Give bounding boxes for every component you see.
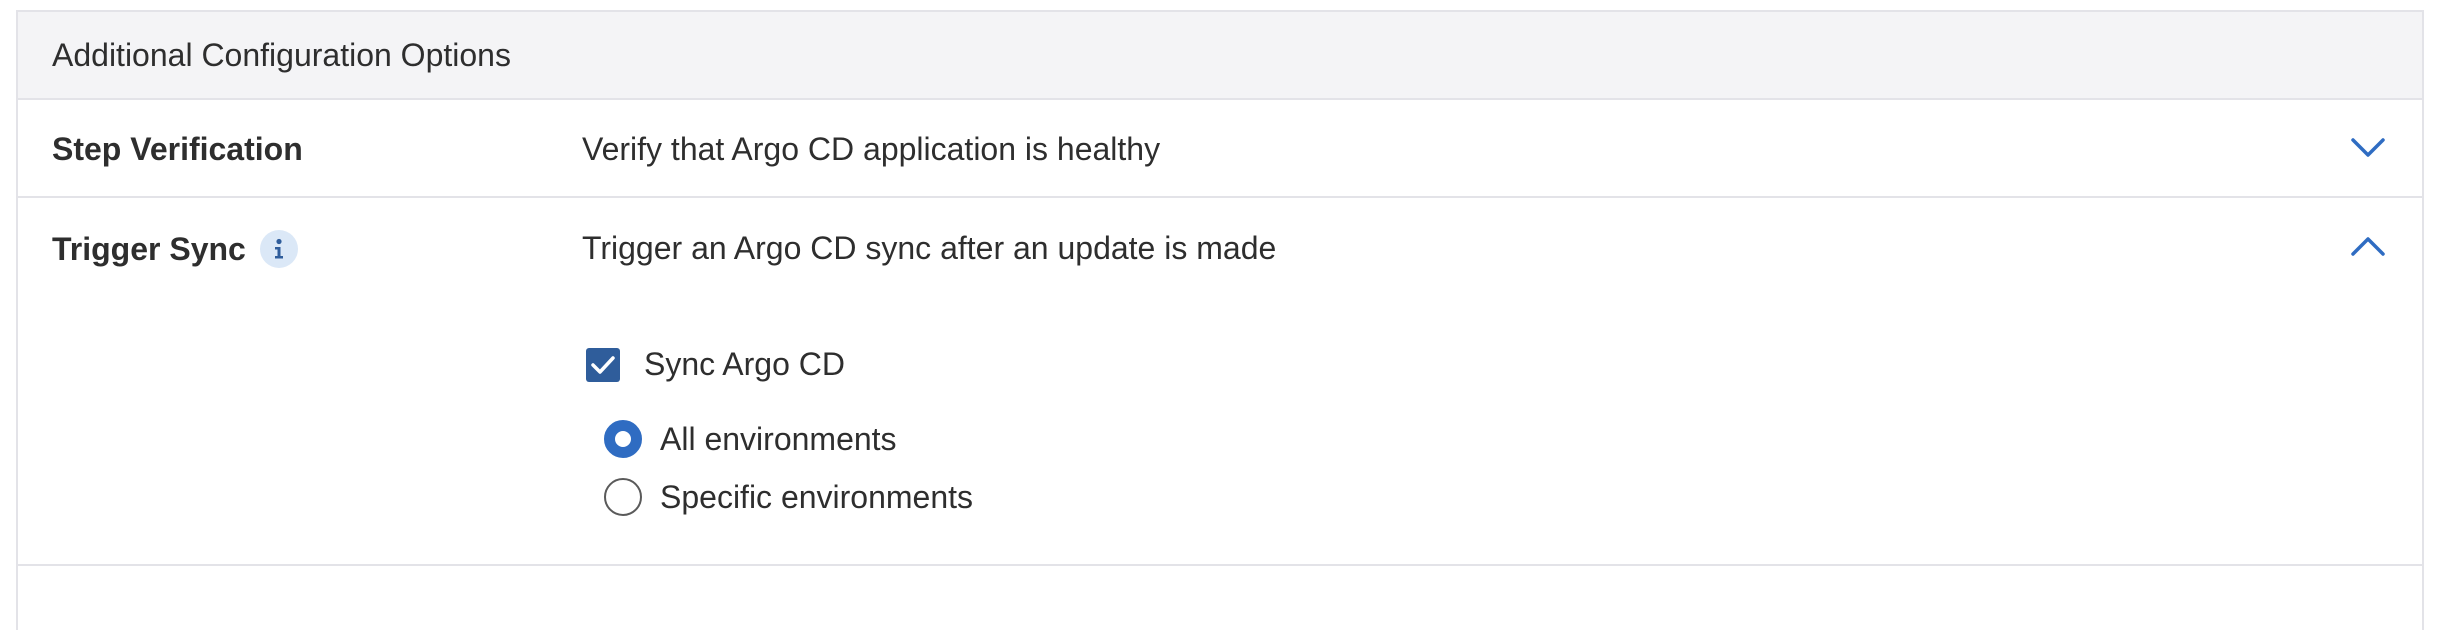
sync-argo-cd-checkbox[interactable] (586, 347, 620, 382)
step-verification-description: Verify that Argo CD application is healt… (582, 131, 1161, 167)
trigger-sync-title: Trigger Sync (52, 230, 298, 268)
panel-header: Additional Configuration Options (18, 12, 2422, 100)
specific-environments-label: Specific environments (660, 478, 974, 515)
trigger-sync-title-text: Trigger Sync (52, 230, 246, 267)
chevron-down-icon[interactable] (2348, 128, 2388, 168)
additional-configuration-panel: Additional Configuration Options Step Ve… (16, 10, 2424, 630)
radio-option-all-environments[interactable]: All environments (604, 420, 897, 458)
step-verification-row[interactable]: Step Verification Verify that Argo CD ap… (18, 100, 2422, 198)
step-verification-title-text: Step Verification (52, 131, 303, 167)
panel-header-title: Additional Configuration Options (52, 36, 511, 73)
all-environments-radio[interactable] (604, 420, 642, 458)
radio-option-specific-environments[interactable]: Specific environments (604, 478, 973, 516)
checkmark-icon (591, 355, 615, 374)
trigger-sync-row: Trigger Sync Trigger an Argo CD sync aft… (18, 198, 2422, 566)
sync-argo-cd-label: Sync Argo CD (644, 346, 845, 382)
step-verification-title: Step Verification (52, 131, 303, 168)
all-environments-label: All environments (660, 420, 897, 457)
info-icon[interactable] (259, 230, 298, 268)
trigger-sync-description: Trigger an Argo CD sync after an update … (582, 230, 1277, 266)
specific-environments-radio[interactable] (604, 478, 642, 516)
chevron-up-icon[interactable] (2348, 226, 2388, 266)
sync-argo-cd-checkbox-field[interactable]: Sync Argo CD (586, 346, 845, 383)
